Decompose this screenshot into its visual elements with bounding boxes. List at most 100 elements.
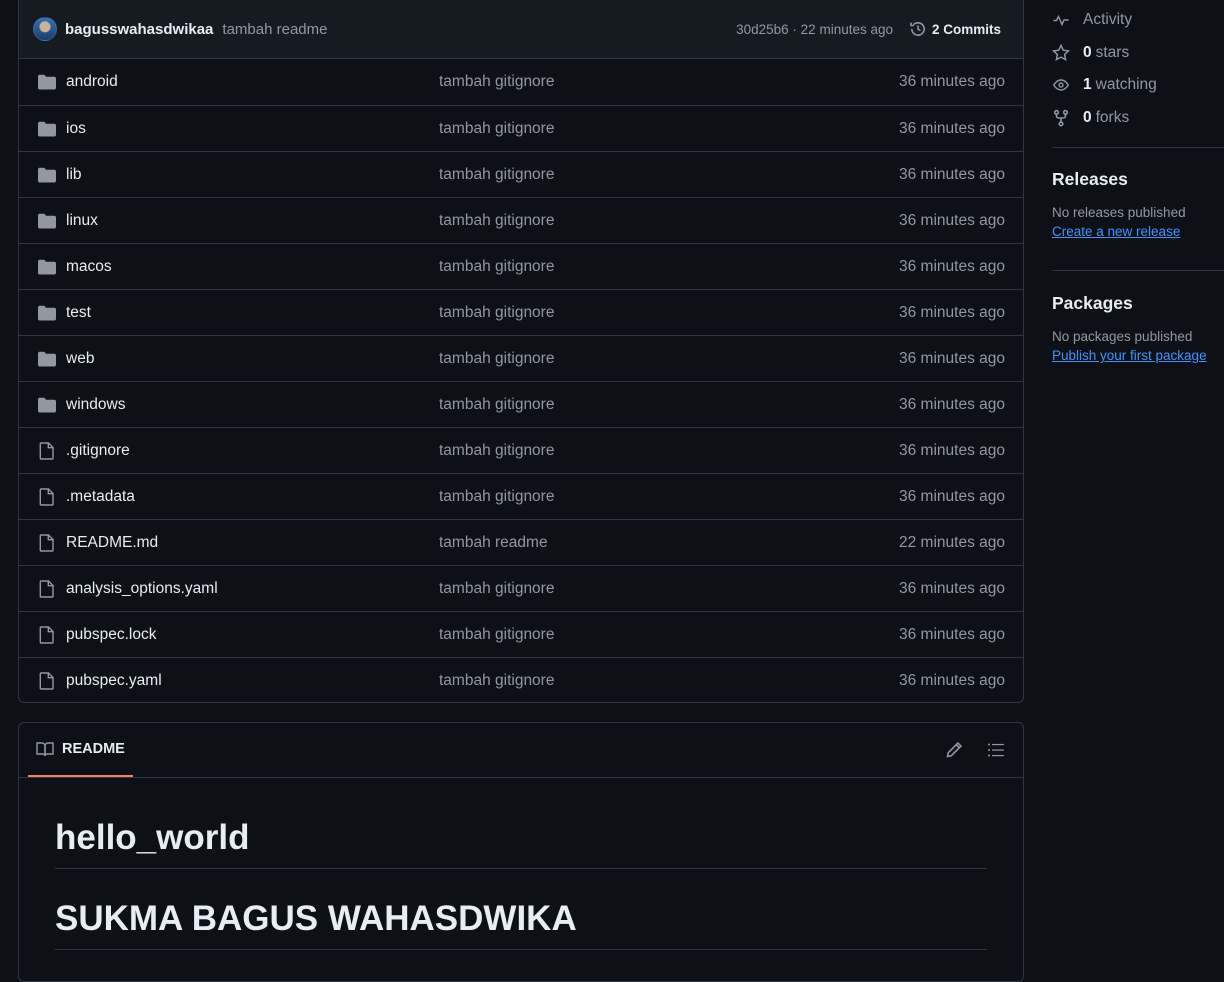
file-row[interactable]: linux tambah gitignore 36 minutes ago bbox=[19, 197, 1023, 243]
file-icon bbox=[37, 488, 57, 506]
folder-icon bbox=[37, 212, 57, 230]
file-row[interactable]: lib tambah gitignore 36 minutes ago bbox=[19, 151, 1023, 197]
file-icon bbox=[37, 626, 57, 644]
readme-heading-name: SUKMA BAGUS WAHASDWIKA bbox=[55, 899, 987, 950]
file-commit-age: 36 minutes ago bbox=[899, 303, 1005, 321]
file-row[interactable]: pubspec.lock tambah gitignore 36 minutes a… bbox=[19, 611, 1023, 657]
file-name-link[interactable]: linux bbox=[66, 212, 98, 230]
repo-sidebar: Activity 0 stars 1 watching 0 forks Rele… bbox=[1052, 0, 1224, 365]
readme-actions bbox=[945, 741, 1005, 759]
packages-title[interactable]: Packages bbox=[1052, 293, 1224, 314]
file-row[interactable]: macos tambah gitignore 36 minutes ago bbox=[19, 243, 1023, 289]
file-commit-age: 36 minutes ago bbox=[899, 257, 1005, 275]
file-name-link[interactable]: ios bbox=[66, 120, 86, 138]
forks-count: 0 bbox=[1083, 108, 1092, 126]
file-name-link[interactable]: android bbox=[66, 73, 118, 91]
file-name-link[interactable]: web bbox=[66, 350, 94, 368]
file-name-link[interactable]: pubspec.lock bbox=[66, 626, 156, 644]
folder-icon bbox=[37, 73, 57, 91]
file-icon bbox=[37, 580, 57, 598]
file-commit-message[interactable]: tambah gitignore bbox=[439, 350, 554, 368]
file-name-link[interactable]: macos bbox=[66, 258, 112, 276]
file-commit-age: 36 minutes ago bbox=[899, 395, 1005, 413]
file-commit-message[interactable]: tambah gitignore bbox=[439, 580, 554, 598]
file-row[interactable]: android tambah gitignore 36 minutes ago bbox=[19, 59, 1023, 105]
watching-count: 1 bbox=[1083, 76, 1092, 94]
file-icon bbox=[37, 672, 57, 690]
file-commit-age: 36 minutes ago bbox=[899, 441, 1005, 459]
file-commit-age: 36 minutes ago bbox=[899, 625, 1005, 643]
folder-icon bbox=[37, 166, 57, 184]
file-commit-message[interactable]: tambah gitignore bbox=[439, 212, 554, 230]
file-commit-age: 36 minutes ago bbox=[899, 165, 1005, 183]
file-commit-age: 36 minutes ago bbox=[899, 73, 1005, 90]
file-row[interactable]: .metadata tambah gitignore 36 minutes ago bbox=[19, 473, 1023, 519]
forks-link[interactable]: 0 forks bbox=[1052, 102, 1224, 135]
history-icon bbox=[910, 22, 925, 36]
readme-content: hello_world SUKMA BAGUS WAHASDWIKA bbox=[19, 778, 1023, 950]
file-name-link[interactable]: .metadata bbox=[66, 488, 135, 506]
file-row[interactable]: windows tambah gitignore 36 minutes ago bbox=[19, 381, 1023, 427]
file-name-link[interactable]: test bbox=[66, 304, 91, 322]
file-commit-age: 36 minutes ago bbox=[899, 487, 1005, 505]
file-commit-message[interactable]: tambah readme bbox=[439, 534, 548, 552]
file-commit-message[interactable]: tambah gitignore bbox=[439, 626, 554, 644]
file-row[interactable]: analysis_options.yaml tambah gitignore 36 … bbox=[19, 565, 1023, 611]
file-row[interactable]: README.md tambah readme 22 minutes ago bbox=[19, 519, 1023, 565]
book-icon bbox=[36, 742, 54, 757]
pulse-icon bbox=[1053, 15, 1069, 27]
eye-icon bbox=[1053, 79, 1069, 91]
file-name-link[interactable]: pubspec.yaml bbox=[66, 672, 162, 690]
pencil-icon[interactable] bbox=[945, 741, 963, 759]
commits-history-button[interactable]: 2 Commits bbox=[909, 20, 1001, 38]
file-name-link[interactable]: .gitignore bbox=[66, 442, 130, 460]
watching-label: watching bbox=[1095, 76, 1157, 94]
tab-readme[interactable]: README bbox=[28, 723, 133, 777]
folder-icon bbox=[37, 120, 57, 138]
star-icon bbox=[1052, 43, 1070, 61]
file-commit-message[interactable]: tambah gitignore bbox=[439, 258, 554, 276]
commit-author[interactable]: bagusswahasdwikaa bbox=[65, 21, 213, 38]
commits-count-label: 2 Commits bbox=[931, 21, 1001, 37]
forks-label: forks bbox=[1095, 108, 1130, 126]
releases-title[interactable]: Releases bbox=[1052, 169, 1224, 190]
file-icon bbox=[37, 534, 57, 552]
publish-package-link[interactable]: Publish your first package bbox=[1052, 348, 1207, 363]
file-commit-message[interactable]: tambah gitignore bbox=[439, 396, 554, 414]
file-commit-message[interactable]: tambah gitignore bbox=[439, 672, 554, 690]
readme-panel: README hello_world SUKMA BAGUS WAHASDWIK… bbox=[18, 722, 1024, 982]
outline-list-icon[interactable] bbox=[987, 741, 1005, 759]
readme-heading-title: hello_world bbox=[55, 818, 987, 869]
packages-note: No packages published bbox=[1052, 329, 1193, 344]
file-name-link[interactable]: analysis_options.yaml bbox=[66, 580, 218, 598]
file-row[interactable]: test tambah gitignore 36 minutes ago bbox=[19, 289, 1023, 335]
file-commit-age: 36 minutes ago bbox=[899, 211, 1005, 229]
folder-icon bbox=[37, 258, 57, 276]
file-name-link[interactable]: README.md bbox=[66, 534, 158, 552]
file-commit-message[interactable]: tambah gitignore bbox=[439, 73, 554, 91]
file-name-link[interactable]: lib bbox=[66, 166, 82, 184]
file-name-link[interactable]: windows bbox=[66, 396, 125, 414]
stars-count: 0 bbox=[1083, 43, 1092, 61]
watching-link[interactable]: 1 watching bbox=[1052, 69, 1224, 102]
releases-note: No releases published bbox=[1052, 205, 1186, 220]
file-row[interactable]: web tambah gitignore 36 minutes ago bbox=[19, 335, 1023, 381]
folder-icon bbox=[37, 350, 57, 368]
activity-link[interactable]: Activity bbox=[1052, 4, 1224, 37]
file-commit-message[interactable]: tambah gitignore bbox=[439, 488, 554, 506]
file-commit-message[interactable]: tambah gitignore bbox=[439, 304, 554, 322]
create-release-link[interactable]: Create a new release bbox=[1052, 224, 1180, 239]
fork-icon bbox=[1053, 109, 1069, 127]
file-row[interactable]: ios tambah gitignore 36 minutes ago bbox=[19, 105, 1023, 151]
file-commit-message[interactable]: tambah gitignore bbox=[439, 166, 554, 184]
stars-link[interactable]: 0 stars bbox=[1052, 37, 1224, 70]
file-commit-message[interactable]: tambah gitignore bbox=[439, 442, 554, 460]
file-row[interactable]: .gitignore tambah gitignore 36 minutes ago bbox=[19, 427, 1023, 473]
file-commit-message[interactable]: tambah gitignore bbox=[439, 120, 554, 138]
latest-commit-bar: bagusswahasdwikaa tambah readme 30d25b6 … bbox=[19, 0, 1023, 59]
file-list: android tambah gitignore 36 minutes ago ios… bbox=[19, 59, 1023, 703]
author-avatar[interactable] bbox=[33, 17, 57, 41]
commit-message[interactable]: tambah readme bbox=[222, 21, 327, 38]
file-row[interactable]: pubspec.yaml tambah gitignore 36 minutes a… bbox=[19, 657, 1023, 703]
commit-meta[interactable]: 30d25b6 · 22 minutes ago bbox=[736, 22, 893, 37]
